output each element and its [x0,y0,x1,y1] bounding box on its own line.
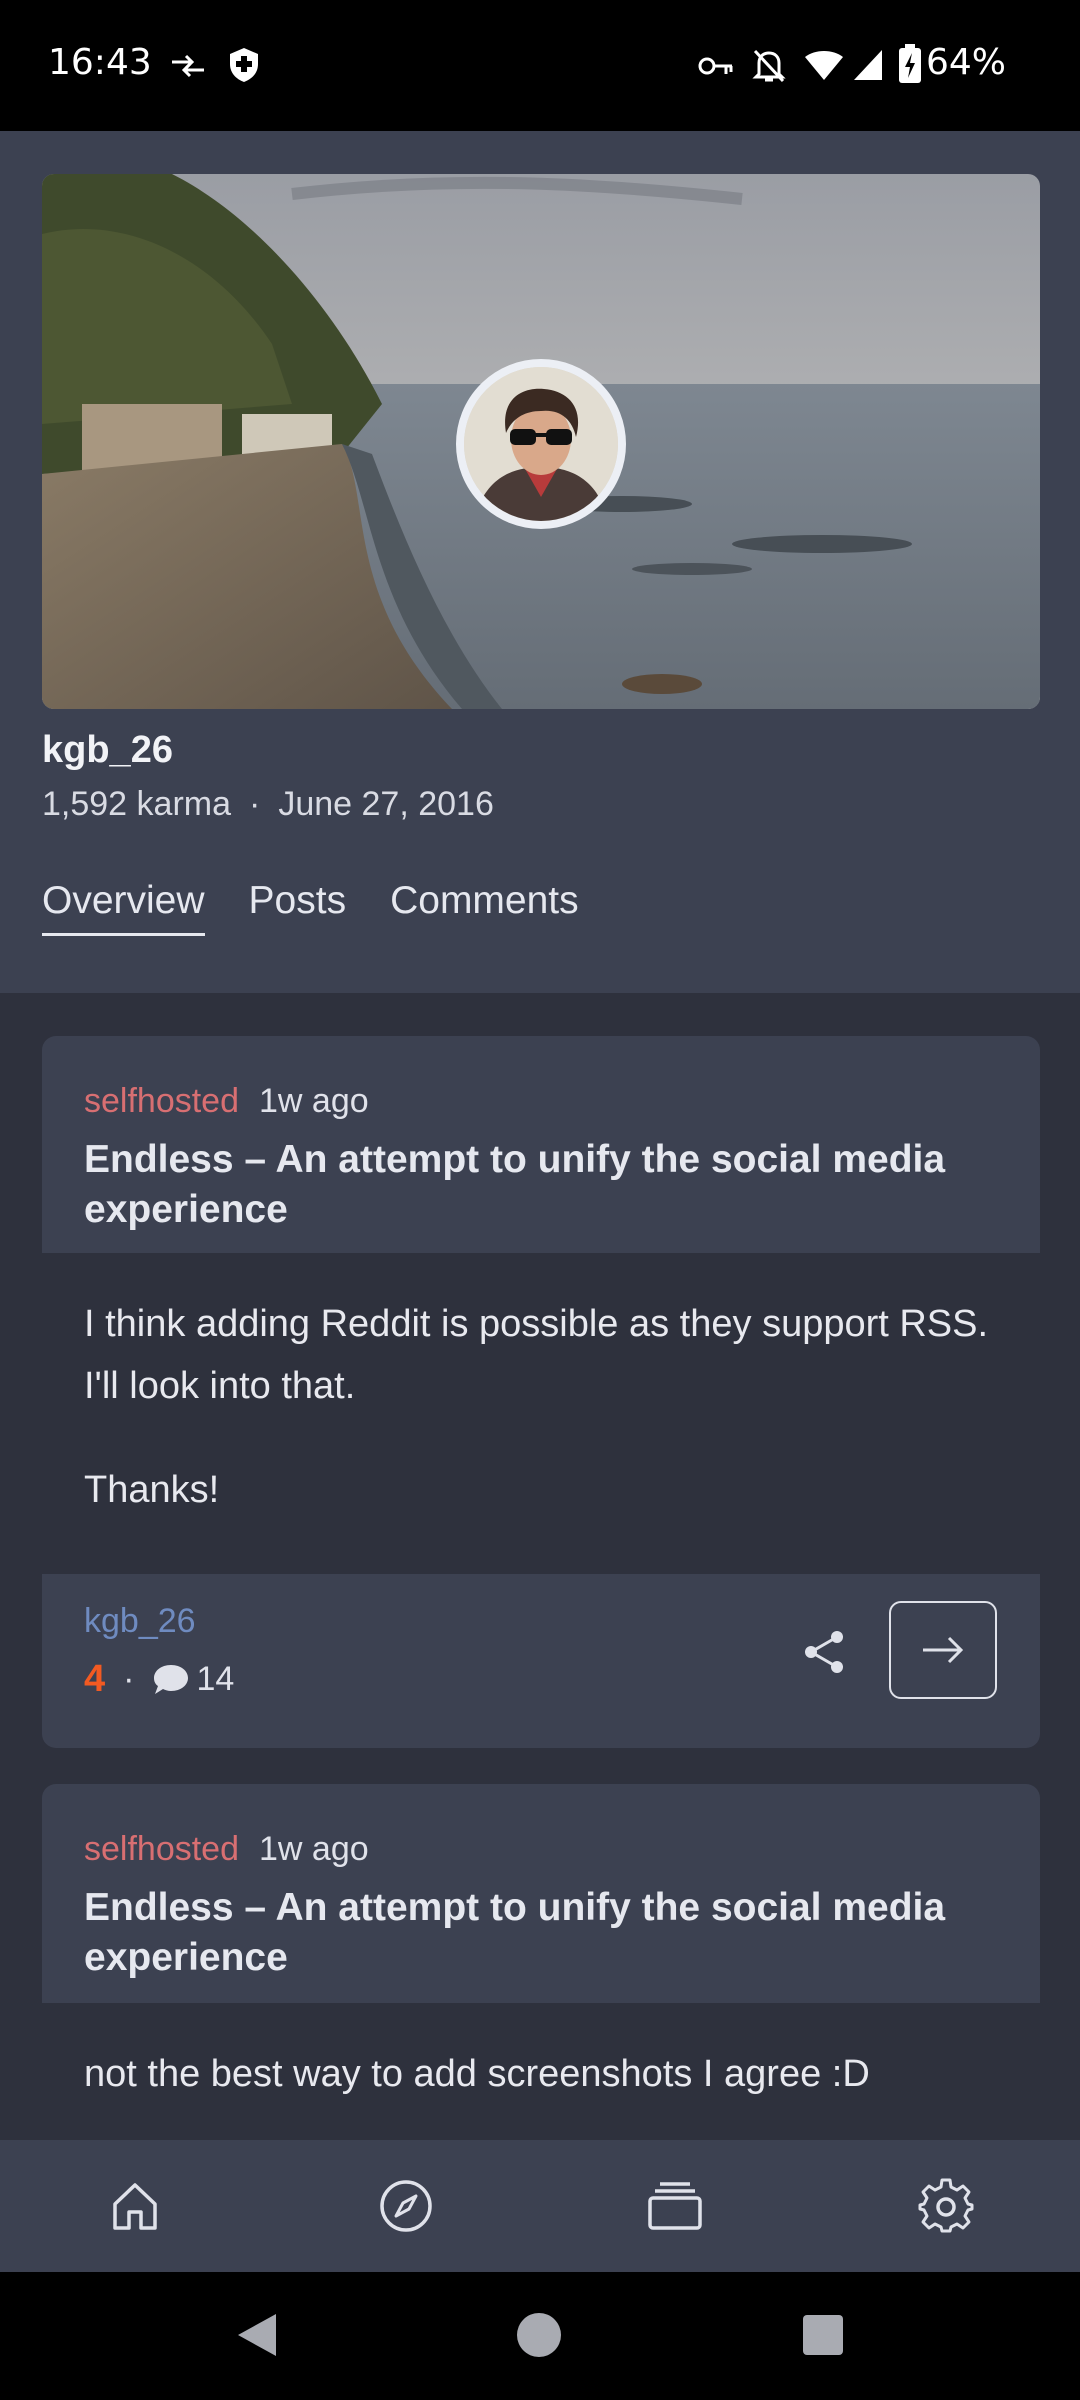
share-icon [805,1631,843,1673]
comment-body: I think adding Reddit is possible as the… [42,1253,1040,1574]
battery-charging-icon [899,44,921,83]
vpn-key-icon [698,57,733,75]
recents-icon[interactable] [802,2314,844,2356]
share-button[interactable] [791,1618,859,1686]
comment-post-header[interactable]: selfhosted 1w ago Endless – An attempt to… [42,1036,1040,1253]
system-navigation-bar [0,2272,1080,2400]
profile-tabs: Overview Posts Comments [42,879,579,936]
stats-separator: · [123,1660,135,1698]
bottom-navigation [0,2140,1080,2272]
comment-score: 4 [84,1658,106,1700]
compass-icon [380,2180,432,2232]
comment-card[interactable]: selfhosted 1w ago Endless – An attempt to… [42,1036,1040,1748]
comment-body: not the best way to add screenshots I ag… [42,2003,1040,2140]
settings-icon [918,2178,974,2233]
join-date: June 27, 2016 [278,785,494,823]
nav-home[interactable] [107,2178,163,2234]
open-comment-button[interactable] [889,1601,997,1699]
bell-off-icon [752,49,786,83]
signal-icon [854,50,882,80]
home-icon [113,2183,157,2230]
karma-count: 1,592 karma [42,785,231,823]
data-transfer-icon [172,54,204,78]
meta-separator: · [249,785,261,823]
tab-posts[interactable]: Posts [249,879,347,936]
back-icon[interactable] [234,2312,280,2358]
comment-count: 14 [196,1660,235,1698]
profile-meta: 1,592 karma · June 27, 2016 [42,785,494,824]
comment-footer: kgb_26 4 · 14 [42,1574,1040,1748]
post-title[interactable]: Endless – An attempt to unify the social… [84,1883,998,1983]
comment-card[interactable]: selfhosted 1w ago Endless – An attempt to… [42,1784,1040,2140]
nav-settings[interactable] [918,2178,974,2234]
comment-age: 1w ago [259,1082,369,1120]
home-circle-icon[interactable] [516,2312,562,2358]
comment-age: 1w ago [259,1830,369,1868]
tab-comments[interactable]: Comments [390,879,579,936]
status-bar: 16:43 64% [0,0,1080,131]
comment-post-header[interactable]: selfhosted 1w ago Endless – An attempt to… [42,1784,1040,2003]
profile-header: kgb_26 1,592 karma · June 27, 2016 Overvie… [0,131,1080,993]
shield-icon [230,48,258,82]
subreddit-name[interactable]: selfhosted [84,1830,239,1868]
comment-stats: 4 · 14 [84,1658,234,1701]
profile-username: kgb_26 [42,729,173,771]
comment-bubble-icon [154,1664,189,1694]
comment-paragraph: Thanks! [84,1469,220,1511]
comment-author[interactable]: kgb_26 [84,1602,196,1641]
nav-explore[interactable] [378,2178,434,2234]
status-time: 16:43 [48,42,152,83]
battery-percentage: 64% [925,42,1006,83]
tab-overview[interactable]: Overview [42,879,205,936]
comment-paragraph: I think adding Reddit is possible as the… [84,1303,989,1407]
layers-icon [648,2182,702,2230]
avatar[interactable] [456,359,626,529]
post-title[interactable]: Endless – An attempt to unify the social… [84,1135,998,1235]
subreddit-name[interactable]: selfhosted [84,1082,239,1120]
comment-paragraph: not the best way to add screenshots I ag… [84,2053,870,2095]
arrow-right-icon [923,1636,964,1664]
wifi-icon [805,51,843,80]
nav-feeds[interactable] [647,2178,703,2234]
